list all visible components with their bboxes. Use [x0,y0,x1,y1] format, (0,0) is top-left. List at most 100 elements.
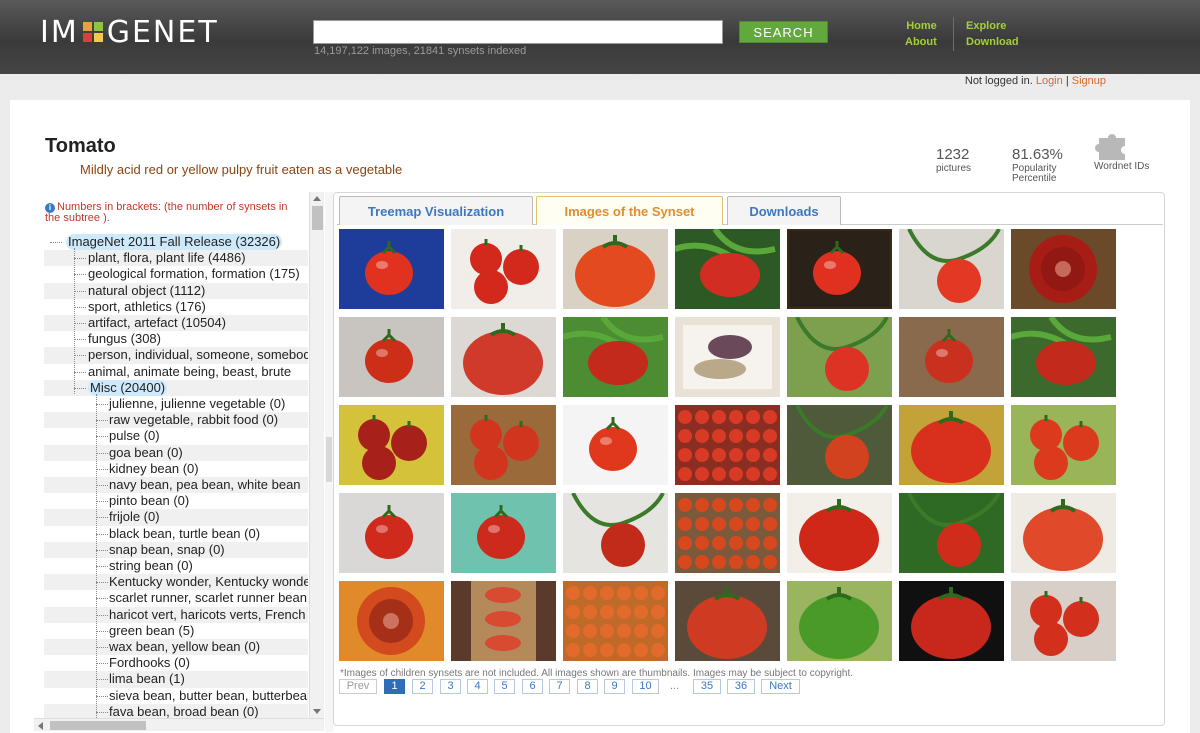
tree-node-label[interactable]: haricot vert, haricots verts, French [109,607,306,623]
hscroll-thumb[interactable] [50,721,146,730]
page-button[interactable]: 8 [577,679,598,694]
tomato-thumb[interactable] [787,581,892,661]
scroll-up-icon[interactable] [313,196,321,201]
nav-explore-link[interactable]: Explore [966,18,1019,34]
tomato-thumb[interactable] [339,581,444,661]
signup-link[interactable]: Signup [1072,75,1106,87]
scroll-thumb[interactable] [312,206,323,230]
wordnet-puzzle-icon[interactable] [1095,132,1133,162]
tab-treemap[interactable]: Treemap Visualization [339,196,533,225]
page-button[interactable]: 2 [412,679,433,694]
tree-node[interactable]: black bean, turtle bean (0) [44,526,308,542]
tomato-thumb[interactable] [563,581,668,661]
tomato-thumb[interactable] [339,317,444,397]
tree-node[interactable]: Kentucky wonder, Kentucky wonder [44,574,308,591]
nav-about-link[interactable]: About [905,34,937,50]
tree-node[interactable]: snap bean, snap (0) [44,541,308,558]
login-link[interactable]: Login [1036,75,1063,87]
tomato-thumb[interactable] [899,229,1004,309]
tree-node-label[interactable]: navy bean, pea bean, white bean [109,477,301,493]
tomato-thumb[interactable] [899,493,1004,573]
tomato-thumb[interactable] [675,493,780,573]
tree-node-label[interactable]: goa bean (0) [109,445,183,461]
tree-node-label[interactable]: sieva bean, butter bean, butterbean [109,688,308,704]
tomato-thumb[interactable] [1011,581,1116,661]
tree-node-label[interactable]: fungus (308) [88,331,161,347]
tomato-thumb[interactable] [563,229,668,309]
tree-node-label[interactable]: sport, athletics (176) [88,299,206,315]
tomato-thumb[interactable] [563,493,668,573]
page-button[interactable]: 5 [494,679,515,694]
tomato-thumb[interactable] [787,405,892,485]
tomato-thumb[interactable] [1011,317,1116,397]
tree-node-label[interactable]: kidney bean (0) [109,461,199,477]
tree-node[interactable]: string bean (0) [44,558,308,574]
tomato-thumb[interactable] [787,493,892,573]
tree-node-label[interactable]: ImageNet 2011 Fall Release (32326) [66,234,283,250]
tree-node-label[interactable]: artifact, artefact (10504) [88,315,226,331]
scroll-left-icon[interactable] [38,722,43,730]
tomato-thumb[interactable] [1011,493,1116,573]
page-button[interactable]: 6 [522,679,543,694]
tree-node[interactable]: wax bean, yellow bean (0) [44,639,308,656]
tree-node[interactable]: julienne, julienne vegetable (0) [44,396,308,412]
tomato-thumb[interactable] [451,581,556,661]
nav-download-link[interactable]: Download [966,34,1019,50]
search-button[interactable]: SEARCH [739,21,828,43]
tree-node[interactable]: navy bean, pea bean, white bean [44,477,308,494]
tomato-thumb[interactable] [563,405,668,485]
page-button[interactable]: 36 [727,679,755,694]
nav-home-link[interactable]: Home [905,18,937,34]
tomato-thumb[interactable] [451,317,556,397]
tomato-thumb[interactable] [899,317,1004,397]
tree-horizontal-scrollbar[interactable] [34,718,324,731]
tree-node-label[interactable]: lima bean (1) [109,671,185,687]
tree-node[interactable]: goa bean (0) [44,444,308,461]
tomato-thumb[interactable] [339,405,444,485]
tree-node[interactable]: lima bean (1) [44,671,308,688]
tomato-thumb[interactable] [675,317,780,397]
tree-node[interactable]: scarlet runner, scarlet runner bean [44,590,308,606]
tree-node-label[interactable]: pinto bean (0) [109,493,189,509]
tree-node-label[interactable]: plant, flora, plant life (4486) [88,250,246,266]
tree-node[interactable]: green bean (5) [44,623,308,639]
tree-node[interactable]: raw vegetable, rabbit food (0) [44,412,308,429]
tree-node-label[interactable]: black bean, turtle bean (0) [109,526,260,542]
tree-node[interactable]: pulse (0) [44,428,308,444]
tree-node-label[interactable]: julienne, julienne vegetable (0) [109,396,285,412]
page-button[interactable]: 9 [604,679,625,694]
tomato-thumb[interactable] [339,229,444,309]
tree-node[interactable]: pinto bean (0) [44,493,308,509]
tree-vertical-scrollbar[interactable] [309,192,324,718]
tab-downloads[interactable]: Downloads [727,196,841,225]
tree-node-label[interactable]: animal, animate being, beast, brute [88,364,291,380]
tree-node-label[interactable]: frijole (0) [109,509,160,525]
tomato-thumb[interactable] [1011,229,1116,309]
tree-node-label[interactable]: scarlet runner, scarlet runner bean [109,590,307,606]
tomato-thumb[interactable] [451,405,556,485]
page-button[interactable]: 3 [440,679,461,694]
tomato-thumb[interactable] [675,405,780,485]
tree-node-label[interactable]: snap bean, snap (0) [109,542,225,558]
tree-node-label[interactable]: Fordhooks (0) [109,655,190,671]
tree-node[interactable]: haricot vert, haricots verts, French [44,606,308,623]
next-page-button[interactable]: Next [761,679,800,694]
tree-node[interactable]: kidney bean (0) [44,461,308,477]
tree-node-label[interactable]: geological formation, formation (175) [88,266,300,282]
tree-node[interactable]: Fordhooks (0) [44,655,308,671]
imagenet-logo[interactable]: IM GENET [40,15,219,50]
page-button[interactable]: 35 [693,679,721,694]
tree-node[interactable]: frijole (0) [44,509,308,526]
tree-node-label[interactable]: wax bean, yellow bean (0) [109,639,260,655]
search-input[interactable] [313,20,723,44]
tomato-thumb[interactable] [563,317,668,397]
tomato-thumb[interactable] [675,229,780,309]
tree-node[interactable]: sieva bean, butter bean, butterbean [44,688,308,704]
wordnet-label[interactable]: Wordnet IDs [1094,161,1149,172]
tree-node[interactable]: ImageNet 2011 Fall Release (32326) [44,234,308,250]
tomato-thumb[interactable] [899,405,1004,485]
tomato-thumb[interactable] [787,229,892,309]
prev-page-button[interactable]: Prev [339,679,377,694]
tomato-thumb[interactable] [787,317,892,397]
page-button[interactable]: 4 [467,679,488,694]
